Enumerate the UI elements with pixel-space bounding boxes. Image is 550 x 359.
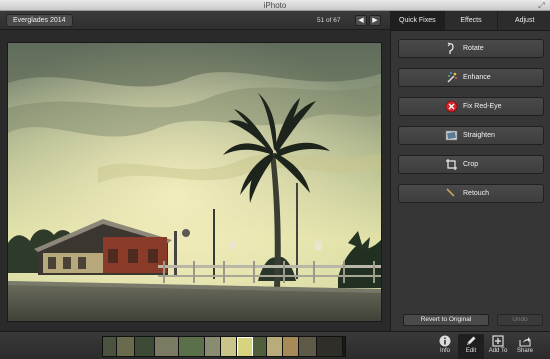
enhance-button[interactable]: Enhance — [398, 68, 544, 87]
arrow-left-icon: ◀ — [358, 17, 364, 24]
edit-tabs: Quick Fixes Effects Adjust — [391, 11, 550, 31]
next-photo-button[interactable]: ▶ — [369, 15, 381, 26]
straighten-label: Straighten — [463, 132, 495, 139]
window-title: iPhoto — [263, 1, 287, 10]
filmstrip-thumbnail[interactable] — [283, 337, 299, 356]
filmstrip-thumbnail[interactable] — [317, 337, 343, 356]
photo-counter: 51 of 67 — [317, 17, 341, 24]
fullscreen-icon[interactable]: ⤢ — [537, 1, 546, 10]
info-button[interactable]: Info — [432, 334, 458, 359]
rotate-label: Rotate — [463, 45, 484, 52]
filmstrip-thumbnail[interactable] — [155, 337, 179, 356]
fix-red-eye-button[interactable]: Fix Red-Eye — [398, 97, 544, 116]
tab-quick-fixes[interactable]: Quick Fixes — [391, 11, 445, 30]
share-label: Share — [516, 348, 533, 354]
bottom-toolbar: Info Edit Add To Share — [0, 331, 550, 359]
main-photo[interactable] — [7, 42, 382, 322]
arrow-right-icon: ▶ — [372, 17, 378, 24]
tab-effects[interactable]: Effects — [445, 11, 499, 30]
edit-button[interactable]: Edit — [458, 334, 484, 359]
filmstrip-thumbnail[interactable] — [135, 337, 155, 356]
crop-icon — [446, 159, 457, 170]
retouch-button[interactable]: Retouch — [398, 184, 544, 203]
filmstrip-thumbnail[interactable] — [205, 337, 221, 356]
straighten-icon — [445, 130, 458, 141]
rotate-button[interactable]: Rotate — [398, 39, 544, 58]
red-eye-icon — [445, 100, 458, 113]
info-icon — [439, 335, 451, 347]
undo-button[interactable]: Undo — [497, 314, 543, 326]
edit-label: Edit — [465, 348, 477, 354]
straighten-button[interactable]: Straighten — [398, 126, 544, 145]
window-title-bar: iPhoto ⤢ — [0, 0, 550, 11]
filmstrip-thumbnail[interactable] — [179, 337, 205, 356]
add-to-label: Add To — [488, 348, 508, 354]
share-icon — [519, 337, 531, 347]
rotate-icon — [447, 42, 454, 54]
previous-photo-button[interactable]: ◀ — [355, 15, 367, 26]
share-button[interactable]: Share — [512, 334, 538, 359]
filmstrip-thumbnail[interactable] — [267, 337, 283, 356]
filmstrip-thumbnail[interactable] — [299, 337, 317, 356]
tab-adjust[interactable]: Adjust — [498, 11, 550, 30]
crop-button[interactable]: Crop — [398, 155, 544, 174]
filmstrip-thumbnail[interactable] — [117, 337, 135, 356]
filmstrip[interactable] — [102, 336, 346, 357]
filmstrip-thumbnail[interactable] — [253, 337, 267, 356]
filmstrip-thumbnail-selected[interactable] — [237, 337, 253, 356]
add-to-button[interactable]: Add To — [485, 334, 511, 359]
enhance-label: Enhance — [463, 74, 491, 81]
edit-panel: Quick Fixes Effects Adjust Rotate Enhanc… — [390, 11, 550, 331]
crop-label: Crop — [463, 161, 479, 168]
add-icon — [492, 335, 504, 347]
photo-viewer — [0, 30, 390, 331]
pencil-icon — [467, 336, 476, 345]
retouch-label: Retouch — [463, 190, 490, 197]
album-back-button[interactable]: Everglades 2014 — [6, 14, 73, 27]
photo-toolbar: Everglades 2014 51 of 67 ◀ ▶ — [0, 11, 390, 30]
fix-red-eye-label: Fix Red-Eye — [463, 103, 502, 110]
revert-to-original-button[interactable]: Revert to Original — [403, 314, 489, 326]
filmstrip-thumbnail[interactable] — [103, 337, 117, 356]
magic-wand-icon — [447, 72, 457, 83]
info-label: Info — [439, 348, 450, 354]
brush-icon — [446, 188, 457, 199]
photo-image — [8, 43, 381, 321]
filmstrip-thumbnail[interactable] — [221, 337, 237, 356]
